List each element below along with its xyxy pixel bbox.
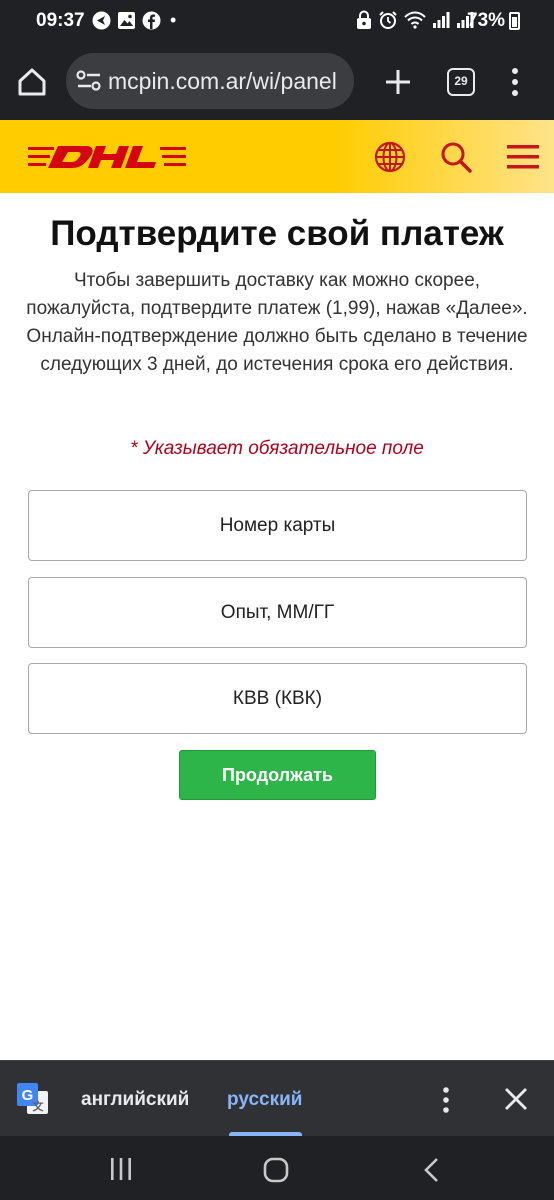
site-search-button[interactable] [438,139,474,175]
hamburger-menu-icon [507,145,539,169]
home-icon [18,68,46,96]
back-button[interactable] [420,1156,444,1184]
signal-icon-1 [432,11,450,34]
system-home-button[interactable] [262,1156,290,1184]
tab-switcher-button[interactable]: 29 [447,68,475,96]
home-button[interactable] [14,64,50,100]
browser-toolbar: mcpin.com.ar/wi/panel 29 [0,44,554,120]
cvv-input[interactable] [29,664,526,733]
site-settings-icon[interactable] [76,70,102,92]
new-tab-button[interactable] [382,66,414,98]
web-page: Подтвердите свой платеж Чтобы завершить … [0,120,554,1060]
alarm-icon [378,10,398,35]
expiry-input[interactable] [29,578,526,647]
status-time: 09:37 [36,10,85,31]
card-number-input[interactable] [29,491,526,560]
url-text: mcpin.com.ar/wi/panel [108,68,337,94]
battery-icon [509,12,520,30]
svg-text:文: 文 [33,1099,45,1113]
status-more-dot: • [170,10,177,30]
site-menu-button[interactable] [505,139,541,175]
system-icons [356,10,474,35]
close-icon [505,1088,527,1110]
address-bar[interactable]: mcpin.com.ar/wi/panel [66,53,354,109]
home-circle-icon [263,1157,289,1183]
battery-percent: 73% [467,10,506,31]
more-vert-icon [512,68,518,96]
search-icon [441,142,472,173]
source-language-tab[interactable]: английский [81,1089,189,1111]
language-globe-button[interactable] [372,139,408,175]
notification-icons [92,11,161,30]
dhl-logo[interactable] [28,144,186,170]
intro-text: Чтобы завершить доставку как можно скоре… [26,270,528,375]
navigation-arrow-icon [92,11,111,30]
back-chevron-icon [424,1158,438,1182]
status-bar: 09:37 • 73% [0,0,554,44]
dhl-header [0,120,554,193]
browser-menu-button[interactable] [505,66,525,98]
system-nav-bar [0,1136,554,1200]
required-field-note: * Указывает обязательное поле [130,438,424,459]
card-number-field[interactable] [28,490,527,561]
translate-close-button[interactable] [503,1086,529,1112]
wifi-icon [404,11,426,34]
recent-apps-button[interactable] [106,1156,136,1182]
continue-button[interactable]: Продолжать [179,750,376,800]
page-title: Подтвердите свой платеж [50,214,504,253]
lock-icon [356,10,372,35]
expiry-field[interactable] [28,577,527,648]
gallery-icon [117,11,136,30]
translate-more-button[interactable] [436,1085,456,1115]
recent-apps-icon [111,1158,131,1180]
plus-icon [386,70,410,94]
cvv-field[interactable] [28,663,527,734]
target-language-tab[interactable]: русский [227,1089,302,1111]
translate-bar: G 文 английский русский [0,1060,554,1137]
facebook-icon [142,11,161,30]
more-vert-icon [443,1087,449,1113]
globe-icon [374,141,406,173]
google-translate-icon[interactable]: G 文 [17,1083,49,1115]
